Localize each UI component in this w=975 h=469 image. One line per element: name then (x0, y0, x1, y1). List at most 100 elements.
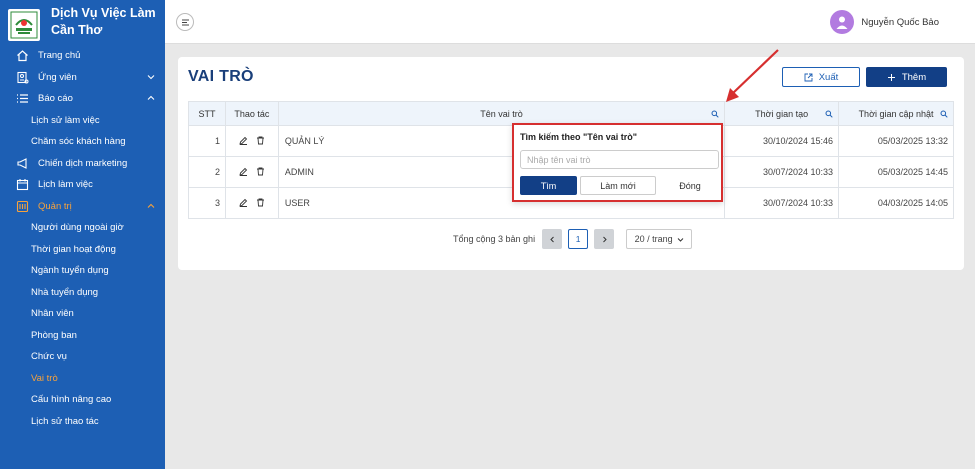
sidebar-item-label: Chiến dịch marketing (38, 157, 128, 169)
sidebar-item-schedule[interactable]: Lịch làm việc (0, 174, 165, 196)
reset-button[interactable]: Làm mới (580, 176, 656, 195)
export-label: Xuất (818, 71, 839, 83)
cell-updated: 04/03/2025 14:05 (838, 187, 954, 219)
sidebar-item-label: Báo cáo (38, 93, 73, 105)
column-header-stt: STT (188, 101, 226, 126)
search-icon[interactable] (711, 110, 719, 118)
sidebar-item-label: Lịch sử làm việc (31, 114, 100, 126)
menu-icon (181, 19, 189, 25)
sidebar-item-label: Phòng ban (31, 329, 77, 341)
edit-icon[interactable] (239, 198, 248, 209)
sidebar-item-customer-care[interactable]: Chăm sóc khách hàng (0, 131, 165, 153)
cell-stt: 1 (188, 125, 226, 157)
sidebar-item-employers[interactable]: Nhà tuyển dụng (0, 282, 165, 304)
page-size-select[interactable]: 20 / trang (626, 229, 693, 249)
sidebar-item-label: Quản trị (38, 200, 72, 212)
column-header-role-name: Tên vai trò (277, 101, 726, 126)
sidebar-item-label: Lịch làm việc (38, 179, 93, 191)
sidebar-item-label: Chức vụ (31, 351, 67, 363)
topbar: Nguyễn Quốc Bảo (165, 0, 975, 44)
chevron-down-icon (677, 237, 683, 242)
cell-actions (224, 187, 279, 219)
column-header-label: Thời gian tạo (755, 108, 809, 119)
column-header-updated: Thời gian cập nhật (838, 101, 954, 126)
column-header-label: Tên vai trò (480, 108, 523, 119)
page-size-value: 20 / trang (634, 234, 673, 244)
delete-icon[interactable] (256, 136, 265, 147)
export-button[interactable]: Xuất (782, 67, 860, 87)
table-header-row: STT Thao tác Tên vai trò Thời gian tạo T… (188, 101, 954, 126)
sidebar-item-label: Trang chủ (38, 50, 81, 62)
page-title: VAI TRÒ (188, 68, 254, 85)
sidebar-item-operating-time[interactable]: Thời gian hoạt động (0, 239, 165, 261)
cell-updated: 05/03/2025 14:45 (838, 156, 954, 188)
list-icon (15, 92, 29, 106)
add-button[interactable]: Thêm (866, 67, 947, 87)
prev-page-button[interactable] (542, 229, 563, 249)
sidebar-item-label: Vai trò (31, 372, 58, 384)
chevron-up-icon (147, 95, 155, 100)
sidebar-item-label: Ngành tuyển dụng (31, 265, 109, 277)
edit-icon[interactable] (239, 136, 248, 147)
search-icon[interactable] (825, 110, 833, 118)
filter-popup: Tìm kiếm theo "Tên vai trò" Tìm Làm mới … (512, 123, 723, 202)
sidebar-item-label: Chăm sóc khách hàng (31, 136, 126, 148)
sidebar-item-marketing[interactable]: Chiến dịch marketing (0, 153, 165, 175)
column-header-actions: Thao tác (224, 101, 279, 126)
user-menu[interactable]: Nguyễn Quốc Bảo (830, 10, 939, 34)
sidebar-item-afterhours-users[interactable]: Người dùng ngoài giờ (0, 217, 165, 239)
add-label: Thêm (901, 71, 927, 83)
logo (8, 9, 40, 41)
edit-icon[interactable] (239, 167, 248, 178)
sidebar-item-work-history[interactable]: Lịch sử làm việc (0, 110, 165, 132)
megaphone-icon (15, 156, 29, 170)
delete-icon[interactable] (256, 167, 265, 178)
chevron-down-icon (147, 74, 155, 79)
sidebar-item-label: Nhà tuyển dụng (31, 286, 99, 298)
close-button[interactable]: Đóng (662, 176, 718, 195)
sidebar-item-staff[interactable]: Nhân viên (0, 303, 165, 325)
sidebar-item-label: Cấu hình nâng cao (31, 394, 112, 406)
next-page-button[interactable] (594, 229, 615, 249)
pagination-total: Tổng cộng 3 bản ghi (453, 234, 536, 244)
cell-actions (224, 156, 279, 188)
find-button[interactable]: Tìm (520, 176, 577, 195)
sidebar-item-candidates[interactable]: Ứng viên (0, 67, 165, 89)
sidebar-item-industries[interactable]: Ngành tuyển dụng (0, 260, 165, 282)
cell-updated: 05/03/2025 13:32 (838, 125, 954, 157)
sidebar-menu: Trang chủ Ứng viên Báo cáo Lịch sử làm v… (0, 45, 165, 432)
home-icon (15, 49, 29, 63)
filter-popup-title: Tìm kiếm theo "Tên vai trò" (520, 132, 638, 142)
user-icon (836, 16, 848, 29)
sidebar-item-label: Nhân viên (31, 308, 74, 320)
sidebar-item-action-history[interactable]: Lịch sử thao tác (0, 411, 165, 433)
sidebar-item-admin[interactable]: Quản trị (0, 196, 165, 218)
export-icon (804, 73, 813, 81)
cell-actions (224, 125, 279, 157)
cell-stt: 3 (188, 187, 226, 219)
current-page[interactable]: 1 (568, 229, 589, 249)
sidebar-item-advanced-config[interactable]: Cấu hình nâng cao (0, 389, 165, 411)
menu-toggle-button[interactable] (176, 13, 194, 31)
annotation-arrow-icon (726, 49, 779, 102)
brand-title: Dịch Vụ Việc Làm Cần Thơ (51, 6, 156, 37)
sidebar-item-label: Thời gian hoạt động (31, 243, 116, 255)
search-icon[interactable] (940, 110, 948, 118)
cell-stt: 2 (188, 156, 226, 188)
delete-icon[interactable] (256, 198, 265, 209)
chevron-left-icon (549, 236, 554, 242)
role-name-search-input[interactable] (520, 150, 719, 169)
cell-created: 30/10/2024 15:46 (724, 125, 840, 157)
sidebar-item-positions[interactable]: Chức vụ (0, 346, 165, 368)
cell-created: 30/07/2024 10:33 (724, 156, 840, 188)
avatar (830, 10, 855, 34)
sidebar-item-departments[interactable]: Phòng ban (0, 325, 165, 347)
sidebar-item-roles[interactable]: Vai trò (0, 368, 165, 390)
sidebar-item-label: Người dùng ngoài giờ (31, 222, 124, 234)
sidebar-item-label: Lịch sử thao tác (31, 415, 99, 427)
sidebar-item-reports[interactable]: Báo cáo (0, 88, 165, 110)
sidebar-item-home[interactable]: Trang chủ (0, 45, 165, 67)
pagination: Tổng cộng 3 bản ghi 1 20 / trang (453, 229, 693, 249)
sidebar: Dịch Vụ Việc Làm Cần Thơ Trang chủ Ứng v… (0, 0, 165, 469)
column-header-label: Thời gian cập nhật (858, 108, 934, 119)
